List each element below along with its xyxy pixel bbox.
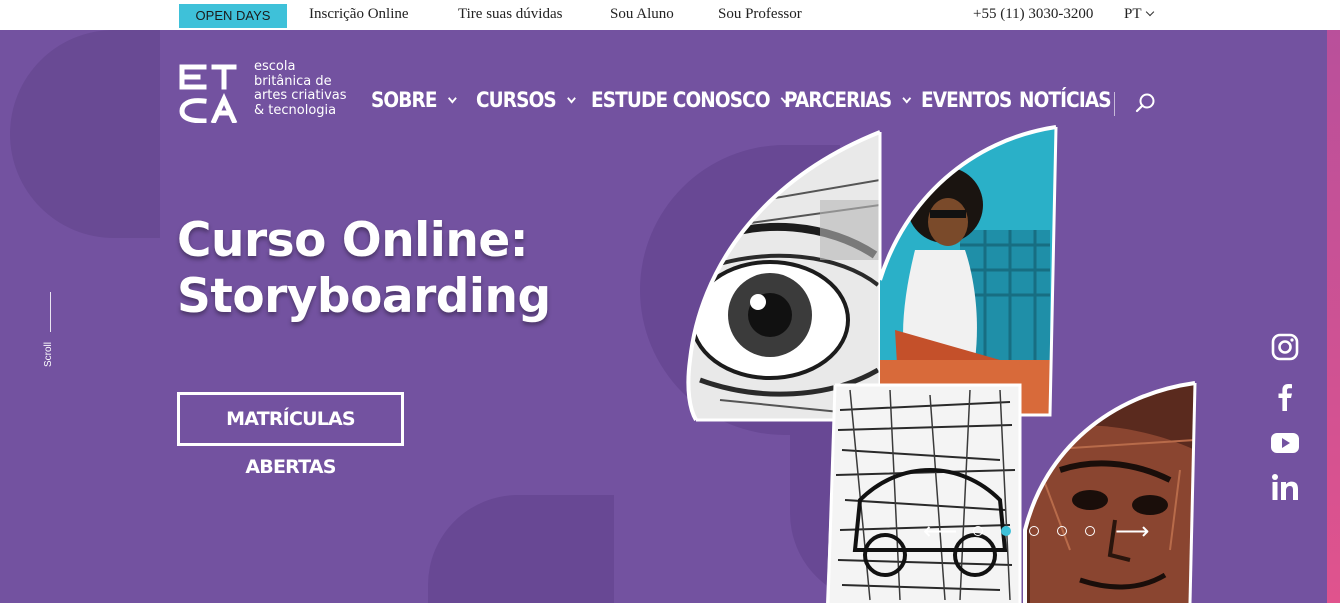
questions-link[interactable]: Tire suas dúvidas <box>458 6 562 23</box>
language-label: PT <box>1124 6 1142 22</box>
nav-label: NOTÍCIAS <box>1019 88 1112 112</box>
chevron-down-icon <box>1145 7 1154 17</box>
facebook-icon[interactable] <box>1268 380 1302 414</box>
hero-title: Curso Online: Storyboarding <box>177 213 657 325</box>
enrollment-open-button[interactable]: MATRÍCULAS ABERTAS <box>177 392 404 478</box>
nav-item-noticias[interactable]: NOTÍCIAS <box>1019 88 1112 112</box>
side-accent-strip <box>1327 30 1340 603</box>
logo-line: escola <box>254 59 296 74</box>
carousel-dot[interactable] <box>1085 526 1095 536</box>
carousel-dot-active[interactable] <box>1001 526 1011 536</box>
nav-label: CURSOS <box>476 88 557 112</box>
logo-line: britânica de <box>254 73 332 89</box>
student-link[interactable]: Sou Aluno <box>610 6 674 23</box>
ebac-logo-mark <box>179 64 238 123</box>
nav-item-estude-conosco[interactable]: ESTUDE CONOSCO <box>591 88 790 112</box>
nav-item-sobre[interactable]: SOBRE <box>371 88 457 112</box>
hero-section: escola britânica de artes criativas & te… <box>0 30 1340 603</box>
carousel-controls: ⟵ ⟶ <box>923 519 1153 543</box>
hero-title-line: Curso Online: <box>177 213 529 268</box>
logo-line: artes criativas <box>254 88 347 103</box>
logo-text: escola britânica de artes criativas & te… <box>254 59 364 118</box>
nav-label: ESTUDE CONOSCO <box>591 88 771 112</box>
search-icon[interactable] <box>1135 92 1157 114</box>
teacher-link[interactable]: Sou Professor <box>718 6 802 23</box>
phone-link[interactable]: +55 (11) 3030-3200 <box>973 6 1093 23</box>
chevron-down-icon <box>447 93 457 104</box>
nav-label: SOBRE <box>371 88 437 112</box>
car-sketch-panel <box>826 385 1020 603</box>
linkedin-icon[interactable] <box>1268 471 1302 505</box>
scroll-line <box>50 292 51 332</box>
arrow-right-icon[interactable]: ⟶ <box>1115 519 1149 543</box>
arrow-left-icon[interactable]: ⟵ <box>923 519 957 543</box>
carousel-dot[interactable] <box>1029 526 1039 536</box>
scroll-label: Scroll <box>43 341 54 367</box>
character-color-panel <box>880 127 1056 415</box>
chevron-down-icon <box>566 93 576 104</box>
nav-label: PARCERIAS <box>784 88 892 112</box>
nav-item-cursos[interactable]: CURSOS <box>476 88 576 112</box>
chevron-down-icon <box>902 93 912 104</box>
nav-item-eventos[interactable]: EVENTOS <box>921 88 1012 112</box>
nav-divider <box>1114 92 1115 116</box>
top-utility-bar: OPEN DAYS Inscrição Online Tire suas dúv… <box>0 0 1340 30</box>
instagram-icon[interactable] <box>1268 330 1302 364</box>
nav-item-parcerias[interactable]: PARCERIAS <box>784 88 912 112</box>
scroll-indicator[interactable]: Scroll <box>40 292 62 372</box>
nav-label: EVENTOS <box>921 88 1012 112</box>
carousel-dot[interactable] <box>973 526 983 536</box>
online-enrollment-link[interactable]: Inscrição Online <box>309 6 409 23</box>
logo-line: & tecnologia <box>254 102 337 118</box>
language-selector[interactable]: PT <box>1124 6 1154 23</box>
carousel-dot[interactable] <box>1057 526 1067 536</box>
open-days-button[interactable]: OPEN DAYS <box>179 4 287 28</box>
youtube-icon[interactable] <box>1268 426 1302 460</box>
hero-title-line: Storyboarding <box>177 269 551 324</box>
